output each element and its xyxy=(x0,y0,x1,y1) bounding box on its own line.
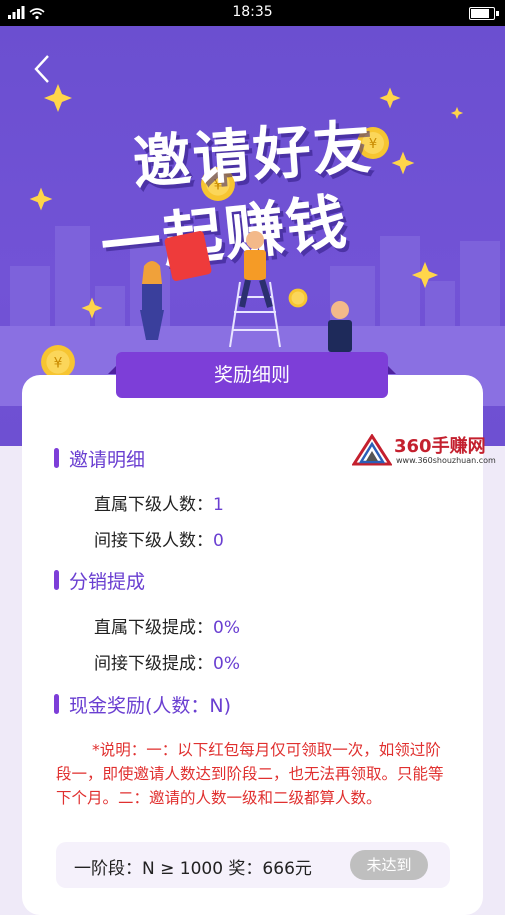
section-invite-header: 邀请明细 xyxy=(54,445,145,471)
invite-direct-value: 1 xyxy=(213,495,224,515)
reward-stage-row: 一阶段：N ≥ 1000 奖：666元 未达到 xyxy=(56,842,450,888)
star-icon xyxy=(44,84,72,112)
commission-indirect-value: 0% xyxy=(213,654,240,674)
section-marker xyxy=(54,570,59,590)
chevron-left-icon xyxy=(34,55,49,83)
watermark-logo-icon xyxy=(352,434,392,466)
star-icon xyxy=(81,297,103,319)
star-icon xyxy=(411,261,439,289)
invite-indirect-row: 间接下级人数：0 xyxy=(94,526,224,551)
battery-icon xyxy=(469,7,499,20)
commission-indirect-label: 间接下级提成： xyxy=(94,654,213,674)
status-bar: 18:35 xyxy=(0,0,505,26)
commission-direct-row: 直属下级提成：0% xyxy=(94,613,240,638)
invite-direct-label: 直属下级人数： xyxy=(94,495,213,515)
watermark: 360手赚网 www.360shouzhuan.com xyxy=(352,432,502,468)
section-marker xyxy=(54,694,59,714)
people-illustration xyxy=(140,231,352,352)
svg-text:¥: ¥ xyxy=(54,355,63,371)
invite-indirect-value: 0 xyxy=(213,531,224,551)
rules-tab-title: 奖励细则 xyxy=(108,352,396,398)
commission-indirect-row: 间接下级提成：0% xyxy=(94,649,240,674)
invite-indirect-label: 间接下级人数： xyxy=(94,531,213,551)
commission-direct-label: 直属下级提成： xyxy=(94,618,213,638)
watermark-brand: 360手赚网 xyxy=(394,436,486,457)
section-commission-header: 分销提成 xyxy=(54,567,145,593)
status-time: 18:35 xyxy=(232,4,273,20)
commission-direct-value: 0% xyxy=(213,618,240,638)
reward-stage-text: 一阶段：N ≥ 1000 奖：666元 xyxy=(74,859,312,879)
watermark-url: www.360shouzhuan.com xyxy=(396,456,496,465)
claim-button[interactable]: 未达到 xyxy=(350,850,428,880)
section-cash-title: 现金奖励(人数：N) xyxy=(69,694,232,717)
cash-reward-note: *说明：一：以下红包每月仅可领取一次，如领过阶段一，即使邀请人数达到阶段二，也无… xyxy=(56,741,444,807)
section-cash-header: 现金奖励(人数：N) xyxy=(54,691,231,717)
section-commission-title: 分销提成 xyxy=(69,570,146,593)
section-invite-title: 邀请明细 xyxy=(69,448,146,471)
back-button[interactable] xyxy=(26,52,60,86)
section-marker xyxy=(54,448,59,468)
invite-direct-row: 直属下级人数：1 xyxy=(94,490,224,515)
